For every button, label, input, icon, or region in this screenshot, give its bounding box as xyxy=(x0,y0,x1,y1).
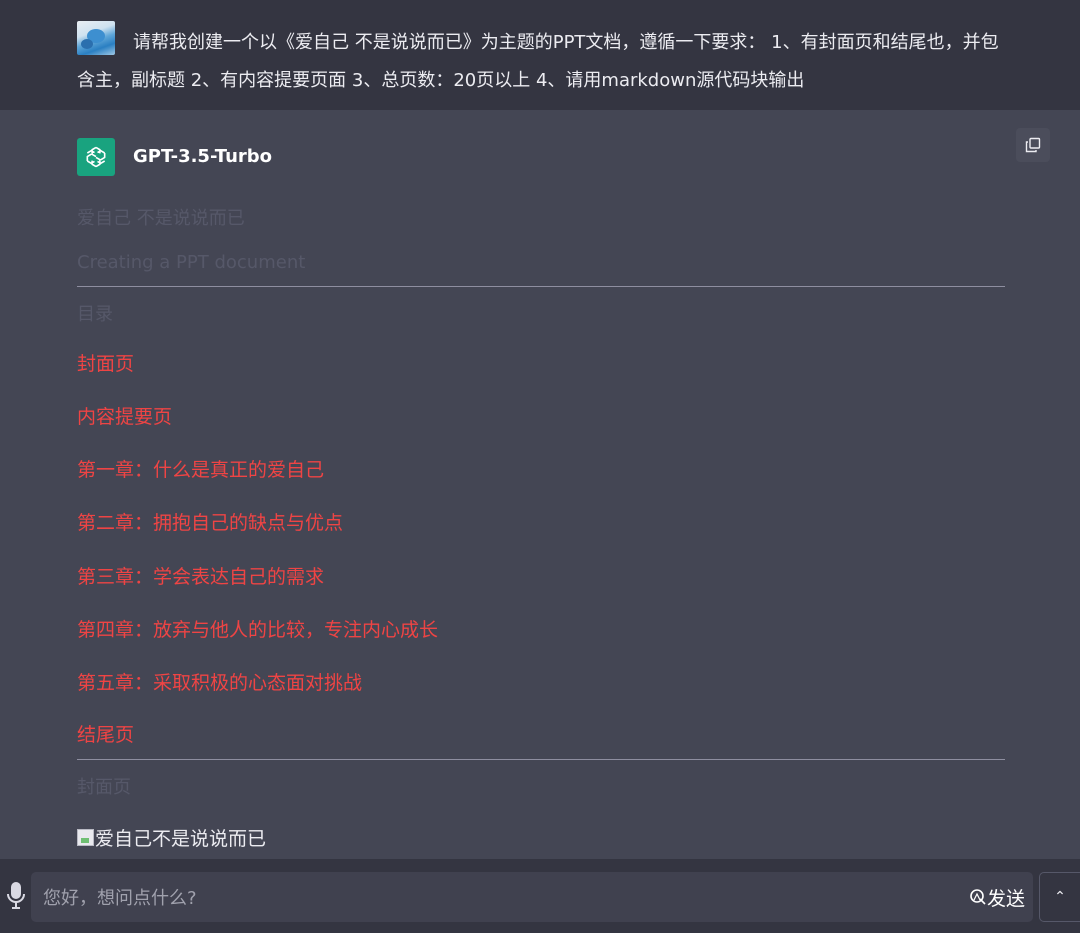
toc-label: 目录 xyxy=(77,304,113,325)
toc-link-chapter-1[interactable]: 第一章：什么是真正的爱自己 xyxy=(77,455,324,482)
broken-image: 爱自己不是说说而已 xyxy=(77,824,266,851)
toc-link-summary[interactable]: 内容提要页 xyxy=(77,402,172,429)
response-subheading: Creating a PPT document xyxy=(77,252,306,273)
user-message: 请帮我创建一个以《爱自己 不是说说而已》为主题的PPT文档，遵循一下要求： 1、… xyxy=(0,0,1080,110)
divider xyxy=(77,286,1005,287)
toc-link-chapter-4[interactable]: 第四章：放弃与他人的比较，专注内心成长 xyxy=(77,615,438,642)
copy-button[interactable] xyxy=(1016,128,1050,162)
chevron-up-icon: ⌃ xyxy=(1054,889,1066,905)
openai-logo-icon xyxy=(77,138,115,176)
message-input[interactable] xyxy=(41,872,965,924)
scroll-top-button[interactable]: ⌃ xyxy=(1039,872,1080,922)
divider xyxy=(77,759,1005,760)
response-heading: 爱自己 不是说说而已 xyxy=(77,208,245,229)
user-message-text: 请帮我创建一个以《爱自己 不是说说而已》为主题的PPT文档，遵循一下要求： 1、… xyxy=(77,32,999,91)
toc-link-cover[interactable]: 封面页 xyxy=(77,349,134,376)
copy-icon xyxy=(1025,137,1041,153)
message-input-box: 发送 xyxy=(31,872,1033,924)
toc-link-chapter-2[interactable]: 第二章：拥抱自己的缺点与优点 xyxy=(77,508,343,535)
bot-name: GPT-3.5-Turbo xyxy=(133,146,273,167)
send-button[interactable]: 发送 xyxy=(969,884,1025,910)
image-alt-text: 爱自己不是说说而已 xyxy=(95,828,267,850)
microphone-icon xyxy=(7,882,25,909)
microphone-button[interactable] xyxy=(6,881,26,911)
send-icon xyxy=(970,889,986,905)
toc-link-chapter-3[interactable]: 第三章：学会表达自己的需求 xyxy=(77,562,324,589)
send-label: 发送 xyxy=(987,887,1026,910)
cover-section-label: 封面页 xyxy=(77,777,131,798)
toc-link-chapter-5[interactable]: 第五章：采取积极的心态面对挑战 xyxy=(77,668,362,695)
broken-image-icon xyxy=(77,829,94,846)
toc-link-ending[interactable]: 结尾页 xyxy=(77,720,134,747)
